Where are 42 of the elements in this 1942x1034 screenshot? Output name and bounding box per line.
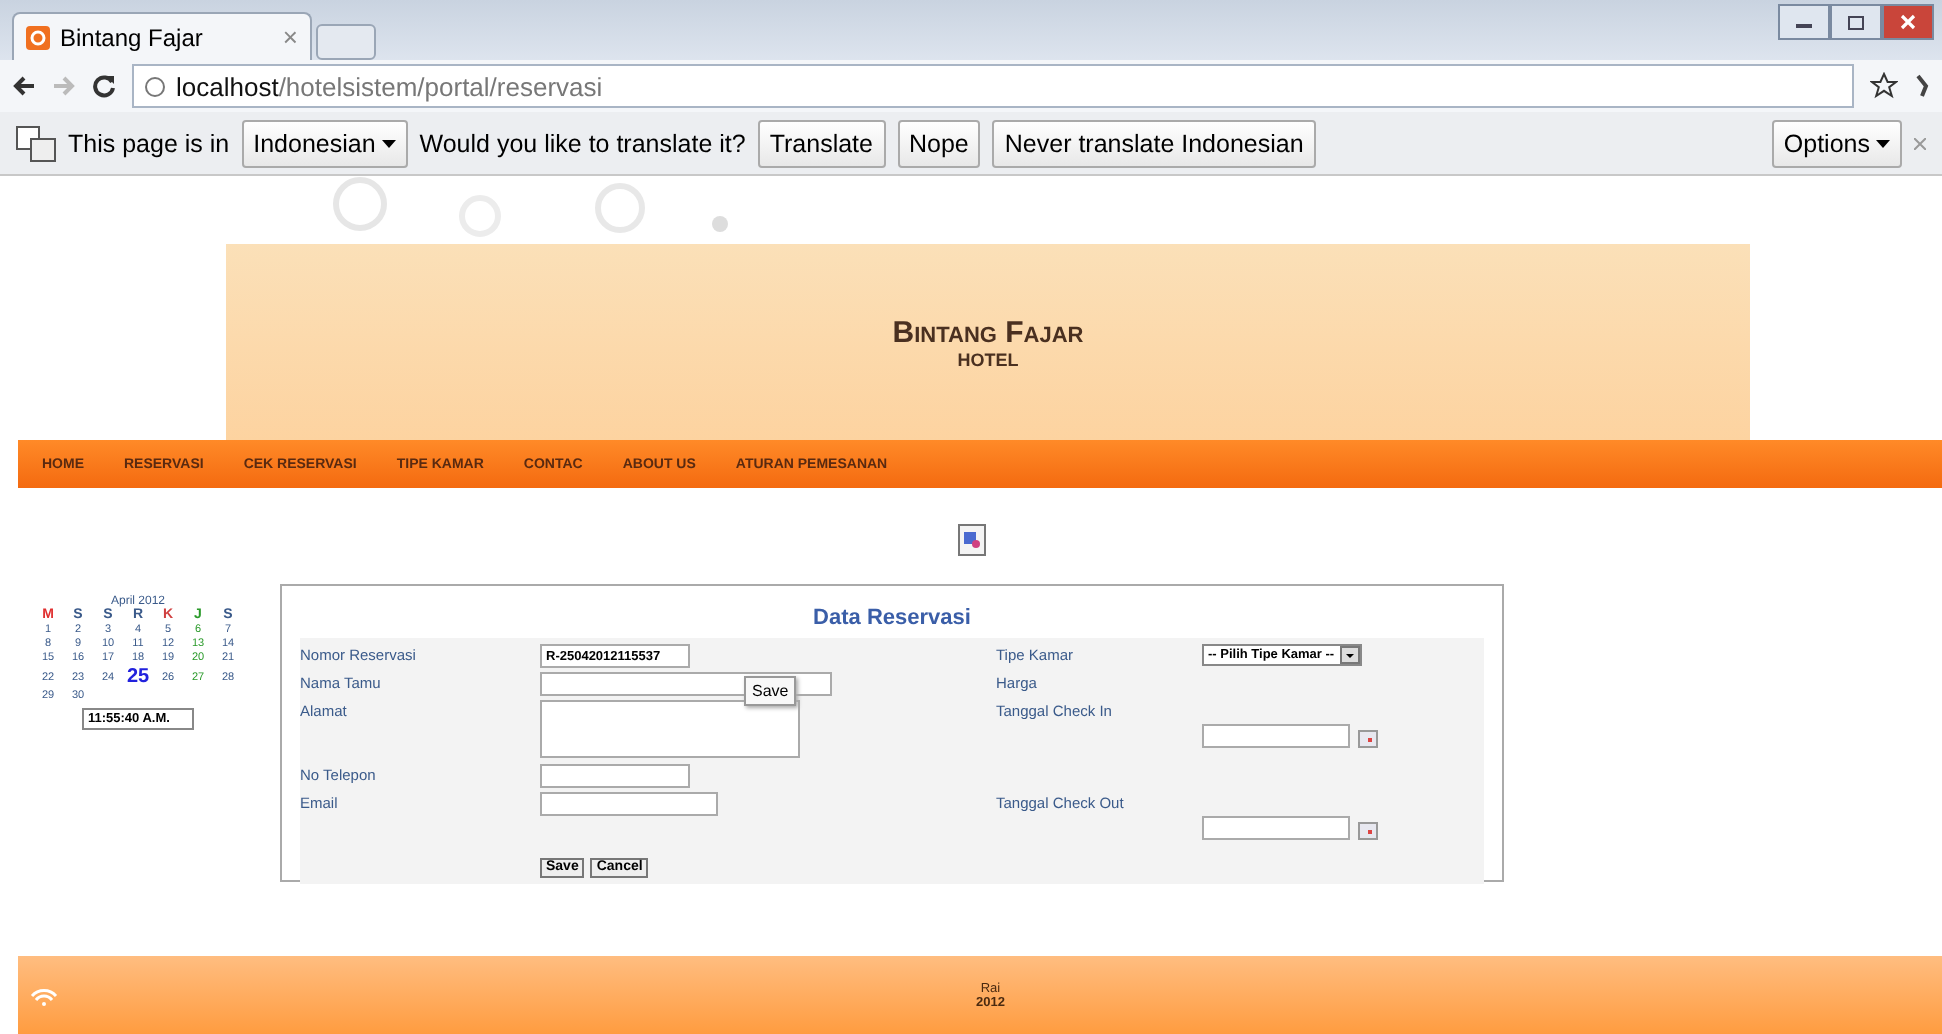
browser-tab[interactable]: Bintang Fajar × [12,12,312,60]
input-field[interactable] [540,764,690,788]
translate-prompt: This page is in [68,129,230,157]
date-field[interactable] [1202,816,1350,840]
forward-icon[interactable] [52,74,76,98]
form-title: Data Reservasi [811,606,973,630]
star-icon[interactable] [1870,72,1898,100]
tooltip: Save [744,676,797,706]
new-tab-button[interactable] [316,24,376,60]
close-icon [1900,14,1916,30]
date-field[interactable] [1202,724,1350,748]
site-icon [26,25,50,49]
maximize-icon [1848,15,1864,29]
reload-icon[interactable] [92,74,116,98]
translate-icon [16,125,56,161]
site-title: Bintang Fajar [892,315,1084,349]
translate-question: Would you like to translate it? [419,129,746,157]
caret-icon [381,139,396,147]
text-area[interactable] [540,700,800,758]
calendar-icon[interactable] [1358,822,1378,840]
language-dropdown[interactable]: Indonesian [241,119,408,167]
translate-bar-button[interactable]: Translate [757,119,885,167]
maximize-button[interactable] [1830,4,1882,40]
calendar-day[interactable]: 25 [123,666,153,688]
translate-bar-button[interactable]: Nope [897,119,981,167]
caret-icon [1876,139,1890,147]
back-icon[interactable] [12,74,36,98]
translate-bar-button[interactable]: Never translate Indonesian [992,119,1316,167]
globe-icon [144,75,166,97]
close-icon[interactable] [1914,137,1926,149]
close-window-button[interactable] [1882,4,1934,40]
tab-title: Bintang Fajar [60,23,205,51]
feed-icon [30,985,58,1005]
minimize-button[interactable] [1778,4,1830,40]
site-subtitle: HOTEL [957,349,1019,369]
url-text: localhost/hotelsistem/portal/reservasi [176,71,603,101]
input-field[interactable] [540,792,718,816]
broken-image-icon [957,524,985,556]
address-bar[interactable]: localhost/hotelsistem/portal/reservasi [132,64,1854,108]
options-button[interactable]: Options [1771,119,1902,167]
calendar-icon[interactable] [1358,730,1378,748]
caret-icon [1340,646,1361,664]
